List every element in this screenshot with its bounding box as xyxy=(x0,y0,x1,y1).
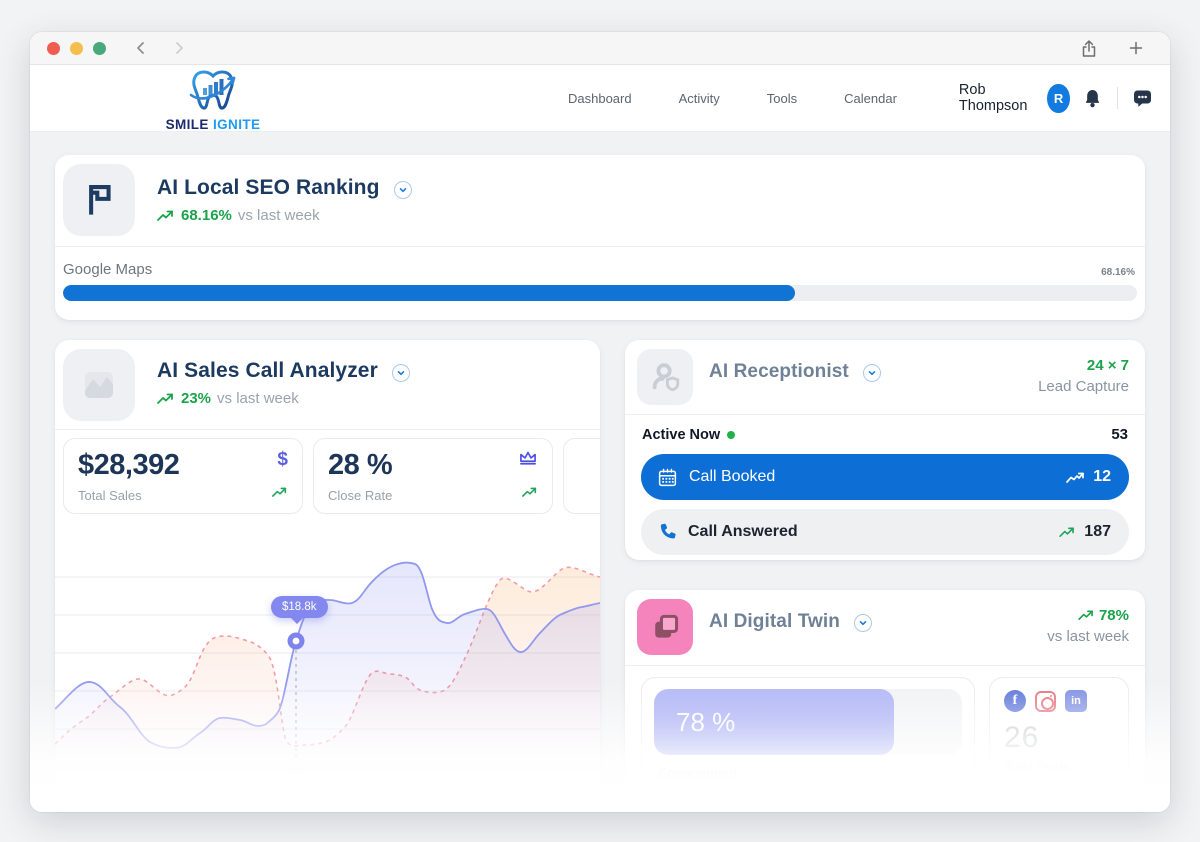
stat-total-sales: $28,392 Total Sales $ xyxy=(63,438,303,514)
user-name: Rob Thompson xyxy=(958,82,1028,114)
close-window-button[interactable] xyxy=(47,41,60,55)
twin-trend: 78% xyxy=(1047,607,1129,624)
chevron-down-icon[interactable] xyxy=(392,363,411,382)
dashboard-main: AI Local SEO Ranking 68.16% vs last week… xyxy=(30,132,1170,812)
active-now-label: Active Now xyxy=(642,426,721,443)
app-header: SMILE IGNITE Dashboard Activity Tools Ca… xyxy=(30,65,1170,132)
chart-tooltip: $18.8k xyxy=(271,596,328,624)
engagement-fill: 78 % xyxy=(654,689,895,755)
card-digital-twin: AI Digital Twin 78% vs last week 78 % En… xyxy=(625,590,1145,812)
header-divider-2 xyxy=(1116,87,1118,109)
minimize-window-button[interactable] xyxy=(70,41,83,55)
card-sales-analyzer: AI Sales Call Analyzer 23% vs last week xyxy=(55,340,600,802)
smile-ignite-logo[interactable]: SMILE IGNITE xyxy=(158,68,268,132)
trend-suffix: vs last week xyxy=(217,390,299,407)
facebook-icon: f xyxy=(1004,690,1026,712)
stats-row: $28,392 Total Sales $ 28 % Close Rate xyxy=(63,438,600,514)
nav-tools[interactable]: Tools xyxy=(767,91,797,106)
trend-up-icon xyxy=(522,485,538,503)
chat-icon[interactable] xyxy=(1132,88,1153,109)
chevron-down-icon[interactable] xyxy=(863,363,882,382)
trend-suffix: vs last week xyxy=(237,207,320,224)
trend-suffix: vs last week xyxy=(1047,628,1129,645)
chevron-down-icon[interactable] xyxy=(854,613,873,632)
flag-icon xyxy=(63,164,135,236)
back-icon[interactable] xyxy=(133,40,149,56)
total-posts-value: 26 xyxy=(1004,721,1040,754)
engagement-tile: 78 % Engagement xyxy=(641,677,975,790)
phone-icon xyxy=(660,523,676,539)
avatar[interactable]: R xyxy=(1047,83,1070,113)
card-title: AI Digital Twin xyxy=(709,611,840,632)
card-divider xyxy=(55,429,600,430)
seo-progress-bar xyxy=(63,285,1137,301)
chart-image-icon xyxy=(63,349,135,421)
person-shield-icon xyxy=(637,349,693,405)
engagement-label: Engagement xyxy=(658,765,738,781)
badge-24x7: 24 × 7 xyxy=(1086,357,1129,374)
seo-progress-fill xyxy=(63,285,796,301)
crown-icon xyxy=(518,449,538,471)
card-title: AI Receptionist xyxy=(709,361,849,382)
progress-row-label: Google Maps xyxy=(63,261,153,278)
instagram-icon xyxy=(1035,690,1056,712)
copy-squares-icon xyxy=(637,599,693,655)
total-posts-label: Total Posts xyxy=(1004,759,1071,774)
linkedin-icon: in xyxy=(1065,690,1087,712)
social-posts-tile: f in 26 Total Posts xyxy=(989,677,1129,790)
zoom-window-button[interactable] xyxy=(93,41,106,55)
top-nav: Dashboard Activity Tools Calendar xyxy=(568,91,897,106)
logo-text: SMILE IGNITE xyxy=(165,117,261,132)
stat-label: Close Rate xyxy=(328,488,393,503)
sales-area-chart: $18.8k xyxy=(55,552,600,802)
card-title: AI Sales Call Analyzer xyxy=(157,359,378,382)
trend-value: 23% xyxy=(181,390,212,407)
user-area: Rob Thompson R xyxy=(959,82,1154,114)
engagement-value: 78 % xyxy=(676,706,736,737)
trend-up-icon xyxy=(1078,610,1093,620)
call-booked-value: 12 xyxy=(1093,468,1111,485)
browser-chrome xyxy=(30,32,1170,65)
nav-activity[interactable]: Activity xyxy=(679,91,720,106)
call-booked-label: Call Booked xyxy=(689,468,776,485)
call-booked-button[interactable]: Call Booked 12 xyxy=(641,454,1129,500)
call-answered-button[interactable]: Call Answered 187 xyxy=(641,509,1129,555)
badge-lead-capture: Lead Capture xyxy=(1038,378,1129,395)
trend-up-icon xyxy=(272,485,288,503)
share-icon[interactable] xyxy=(1080,39,1098,58)
browser-window: SMILE IGNITE Dashboard Activity Tools Ca… xyxy=(30,32,1170,812)
trend-value: 78% xyxy=(1098,607,1129,624)
stat-card-partial xyxy=(563,438,600,514)
zigzag-trend-icon xyxy=(1066,472,1085,483)
card-title: AI Local SEO Ranking xyxy=(157,176,380,199)
progress-row-value: 68.16% xyxy=(1101,267,1135,278)
calendar-icon xyxy=(658,468,677,486)
chevron-down-icon[interactable] xyxy=(394,180,412,199)
stat-label: Total Sales xyxy=(78,488,142,503)
stat-value: $28,392 xyxy=(78,449,180,481)
trend-value: 68.16% xyxy=(181,207,232,224)
forward-icon[interactable] xyxy=(171,40,187,56)
call-answered-label: Call Answered xyxy=(688,523,798,540)
trend-up-icon xyxy=(157,210,173,221)
stat-close-rate: 28 % Close Rate xyxy=(313,438,553,514)
active-now-value: 53 xyxy=(1111,426,1128,443)
engagement-bar: 78 % xyxy=(654,689,962,755)
right-column: AI Receptionist 24 × 7 Lead Capture Acti… xyxy=(625,340,1145,812)
nav-dashboard[interactable]: Dashboard xyxy=(568,91,632,106)
dollar-icon: $ xyxy=(277,449,288,470)
nav-calendar[interactable]: Calendar xyxy=(844,91,897,106)
card-receptionist: AI Receptionist 24 × 7 Lead Capture Acti… xyxy=(625,340,1145,560)
notifications-bell-icon[interactable] xyxy=(1083,88,1102,109)
new-tab-icon[interactable] xyxy=(1128,40,1144,56)
card-seo-ranking: AI Local SEO Ranking 68.16% vs last week… xyxy=(55,155,1145,320)
tooth-logo-icon xyxy=(189,70,236,110)
trend-up-icon xyxy=(157,393,173,404)
trend-up-icon xyxy=(1059,527,1075,537)
call-answered-value: 187 xyxy=(1084,523,1111,540)
active-status-dot xyxy=(727,430,736,439)
traffic-lights xyxy=(47,41,106,55)
stat-value: 28 % xyxy=(328,449,393,481)
